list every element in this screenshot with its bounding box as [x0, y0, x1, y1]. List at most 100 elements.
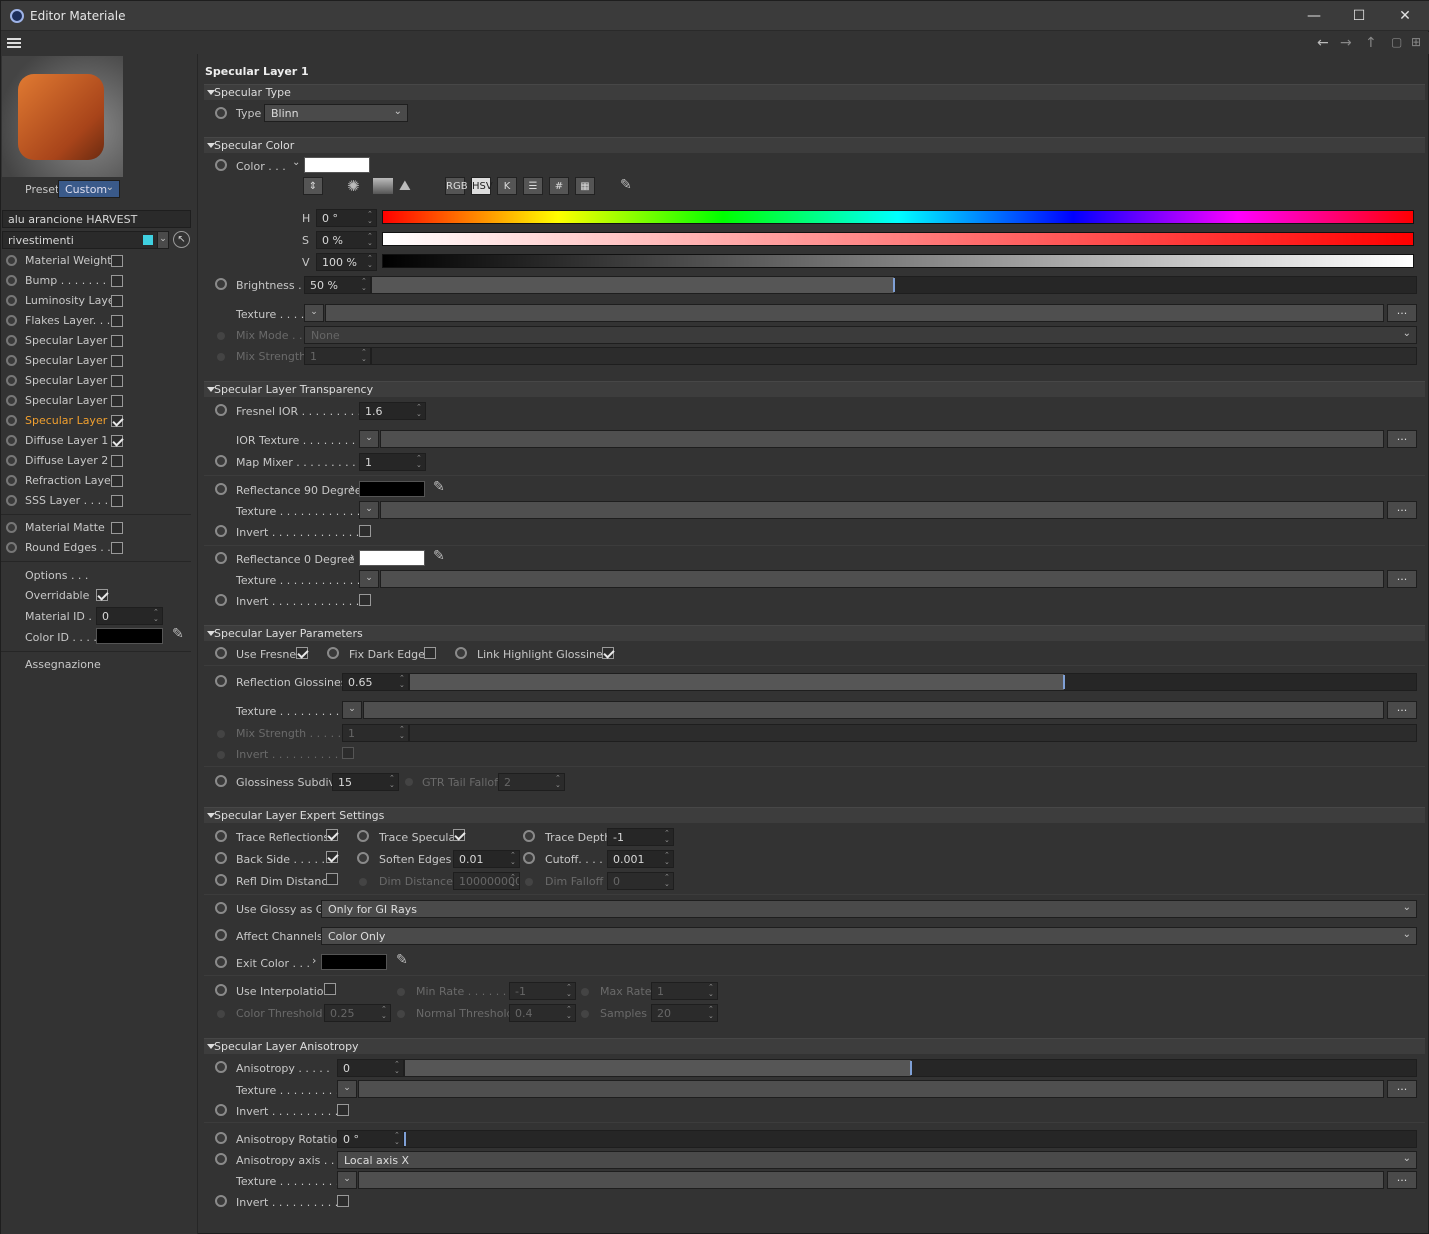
keyframe-radio[interactable]: [6, 335, 17, 346]
channel-checkbox[interactable]: [111, 455, 123, 467]
channel-checkbox[interactable]: [111, 295, 123, 307]
section-transparency[interactable]: Specular Layer Transparency: [204, 381, 1425, 397]
keyframe-radio[interactable]: [215, 455, 227, 467]
eyedropper-icon[interactable]: ✎: [433, 548, 445, 564]
ior-texture-slot[interactable]: [380, 430, 1384, 448]
keyframe-radio[interactable]: [6, 522, 17, 533]
refl-dim-distance-checkbox[interactable]: [326, 873, 338, 885]
channel-label[interactable]: Bump . . . . . . .: [25, 274, 106, 287]
material-preview[interactable]: [2, 56, 123, 177]
eyedropper-icon[interactable]: ✎: [396, 952, 408, 968]
channel-row[interactable]: Flakes Layer. . . .: [1, 311, 198, 331]
texture-slot[interactable]: [380, 570, 1384, 588]
keyframe-radio[interactable]: [215, 830, 227, 842]
reflection-glossiness-slider[interactable]: [409, 673, 1417, 691]
keyframe-radio[interactable]: [215, 874, 227, 886]
invert-checkbox[interactable]: [337, 1104, 349, 1116]
color-wheel-icon[interactable]: ✺: [347, 177, 360, 195]
trace-reflections-checkbox[interactable]: [326, 829, 338, 841]
back-side-checkbox[interactable]: [326, 851, 338, 863]
channel-row[interactable]: Luminosity Layer: [1, 291, 198, 311]
channel-label[interactable]: Diffuse Layer 1: [25, 434, 108, 447]
keyframe-radio[interactable]: [215, 159, 227, 171]
keyframe-radio[interactable]: [6, 435, 17, 446]
trace-depth-field[interactable]: -1 ⌃ ⌄: [607, 828, 674, 846]
minimize-button[interactable]: —: [1299, 6, 1329, 26]
channel-label[interactable]: Material Matte: [25, 521, 105, 534]
soften-edges-field[interactable]: 0.01 ⌃ ⌄: [453, 850, 520, 868]
keyframe-radio[interactable]: [215, 594, 227, 606]
keyframe-radio[interactable]: [215, 1104, 227, 1116]
texture-slot[interactable]: [380, 501, 1384, 519]
texture-slot[interactable]: [363, 701, 1384, 719]
keyframe-radio[interactable]: [6, 415, 17, 426]
anisotropy-slider[interactable]: [404, 1059, 1417, 1077]
channel-label[interactable]: Material Weight: [25, 254, 112, 267]
invert-checkbox[interactable]: [359, 594, 371, 606]
keyframe-radio[interactable]: [357, 830, 369, 842]
maximize-button[interactable]: ☐: [1344, 6, 1374, 26]
texture-dropdown[interactable]: ⌄: [342, 701, 362, 719]
channel-checkbox[interactable]: [111, 355, 123, 367]
keyframe-radio[interactable]: [6, 355, 17, 366]
chevron-right-icon[interactable]: ›: [350, 550, 354, 563]
channel-row[interactable]: Refraction Layer: [1, 471, 198, 491]
channel-label[interactable]: Refraction Layer: [25, 474, 115, 487]
use-glossy-gi-select[interactable]: Only for GI Rays ⌄: [321, 900, 1417, 918]
swatches-icon[interactable]: ▦: [575, 177, 595, 195]
channel-label[interactable]: Specular Layer 2: [25, 394, 118, 407]
type-select[interactable]: Blinn ⌄: [264, 104, 408, 122]
keyframe-radio[interactable]: [6, 455, 17, 466]
keyframe-radio[interactable]: [215, 775, 227, 787]
invert-checkbox[interactable]: [337, 1195, 349, 1207]
keyframe-radio[interactable]: [215, 1061, 227, 1073]
reflection-glossiness-field[interactable]: 0.65 ⌃ ⌄: [342, 673, 409, 691]
keyframe-radio[interactable]: [6, 395, 17, 406]
eyedropper-icon[interactable]: ✎: [620, 177, 632, 193]
keyframe-radio[interactable]: [215, 929, 227, 941]
channel-checkbox[interactable]: [111, 475, 123, 487]
channel-label[interactable]: Round Edges . . .: [25, 541, 118, 554]
channel-checkbox[interactable]: [111, 415, 123, 427]
channel-checkbox[interactable]: [111, 522, 123, 534]
use-interpolation-checkbox[interactable]: [324, 983, 336, 995]
channel-checkbox[interactable]: [111, 395, 123, 407]
reflectance-0-swatch[interactable]: [359, 550, 425, 566]
keyframe-radio[interactable]: [6, 315, 17, 326]
trace-specular-checkbox[interactable]: [453, 829, 465, 841]
mixer-icon[interactable]: ☰: [523, 177, 543, 195]
keyframe-radio[interactable]: [6, 375, 17, 386]
anisotropy-rotation-field[interactable]: 0 ° ⌃ ⌄: [337, 1130, 404, 1148]
channel-checkbox[interactable]: [111, 275, 123, 287]
image-picker-icon[interactable]: ⛰: [399, 177, 411, 195]
value-field[interactable]: 100 % ⌃ ⌄: [316, 253, 377, 271]
channel-row[interactable]: Diffuse Layer 1: [1, 431, 198, 451]
texture-dropdown[interactable]: ⌄: [337, 1171, 357, 1189]
section-anisotropy[interactable]: Specular Layer Anisotropy: [204, 1038, 1425, 1054]
anisotropy-rotation-slider[interactable]: [404, 1130, 1417, 1148]
texture-more-button[interactable]: ...: [1387, 1080, 1417, 1098]
keyframe-radio[interactable]: [6, 255, 17, 266]
fix-dark-edges-checkbox[interactable]: [424, 647, 436, 659]
glossiness-subdivs-field[interactable]: 15 ⌃ ⌄: [332, 773, 399, 791]
forward-arrow-icon[interactable]: →: [1340, 35, 1352, 51]
section-specular-color[interactable]: Specular Color: [204, 137, 1425, 153]
fresnel-ior-field[interactable]: 1.6 ⌃ ⌄: [359, 402, 426, 420]
brightness-slider[interactable]: [371, 276, 1417, 294]
material-id-field[interactable]: 0 ⌃ ⌄: [96, 607, 163, 625]
texture-dropdown[interactable]: ⌄: [359, 570, 379, 588]
specular-color-swatch[interactable]: [304, 157, 370, 173]
hue-slider[interactable]: [382, 210, 1414, 224]
cutoff-field[interactable]: 0.001 ⌃ ⌄: [607, 850, 674, 868]
keyframe-radio[interactable]: [215, 956, 227, 968]
keyframe-radio[interactable]: [6, 495, 17, 506]
channel-label[interactable]: Diffuse Layer 2: [25, 454, 108, 467]
color-id-swatch[interactable]: [96, 628, 163, 644]
keyframe-radio[interactable]: [6, 475, 17, 486]
texture-more-button[interactable]: ...: [1387, 1171, 1417, 1189]
keyframe-radio[interactable]: [6, 542, 17, 553]
channel-checkbox[interactable]: [111, 495, 123, 507]
eyedropper-icon[interactable]: ✎: [172, 626, 184, 642]
channel-checkbox[interactable]: [111, 255, 123, 267]
texture-more-button[interactable]: ...: [1387, 304, 1417, 322]
